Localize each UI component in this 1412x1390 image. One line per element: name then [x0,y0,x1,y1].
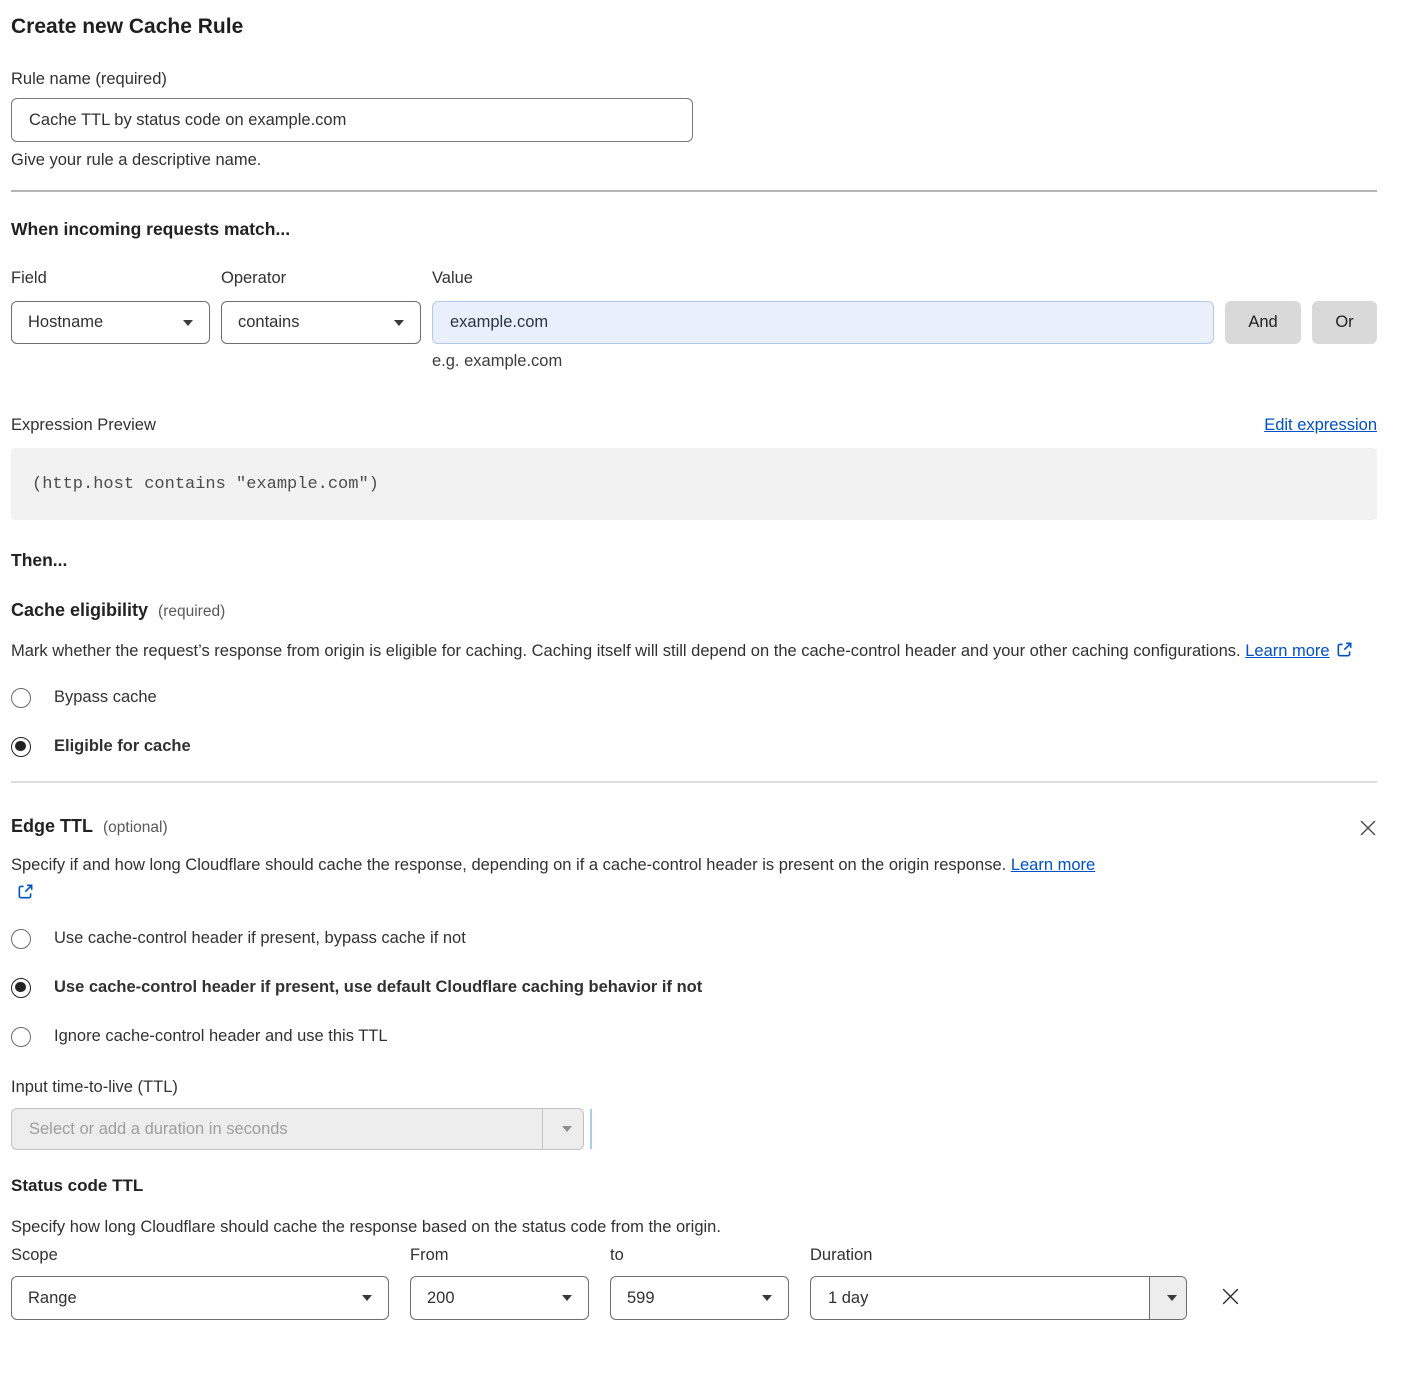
expression-preview-row: Expression Preview Edit expression [11,415,1377,436]
external-link-icon [1336,641,1353,658]
chevron-down-icon [562,1295,572,1301]
page-title: Create new Cache Rule [11,14,1377,39]
from-label: From [410,1245,589,1266]
chevron-down-icon [562,1126,572,1132]
dropdown-button[interactable] [542,1109,583,1149]
scope-select[interactable]: Range [11,1276,389,1320]
close-icon[interactable] [1359,819,1377,837]
radio-checked-icon[interactable] [11,978,31,998]
value-hint: e.g. example.com [432,352,1214,371]
rule-name-input[interactable] [11,98,693,142]
edge-ttl-heading: Edge TTL [11,815,93,838]
section-divider [11,190,1377,192]
chevron-down-icon [762,1295,772,1301]
expression-preview-label: Expression Preview [11,415,156,436]
status-code-ttl-heading: Status code TTL [11,1175,1377,1197]
duration-value: 1 day [811,1277,1149,1319]
and-button[interactable]: And [1225,301,1301,344]
status-code-ttl-row: Scope From to Duration Range 200 599 1 d… [11,1245,1377,1320]
radio-icon[interactable] [11,1027,31,1047]
value-input[interactable] [432,301,1214,344]
radio-option-label: Use cache-control header if present, byp… [54,928,466,949]
edge-ttl-heading-row: Edge TTL (optional) [11,815,1377,838]
expression-code-block: (http.host contains "example.com") [11,448,1377,520]
ttl-input-label: Input time-to-live (TTL) [11,1077,1377,1098]
scope-label: Scope [11,1245,389,1266]
radio-option-ignore-header[interactable]: Ignore cache-control header and use this… [11,1026,1377,1047]
required-tag: (required) [158,603,225,621]
dropdown-button[interactable] [1149,1277,1186,1319]
scope-select-value: Range [28,1289,77,1308]
edge-ttl-description-text: Specify if and how long Cloudflare shoul… [11,856,1006,874]
condition-row: Field Operator Value Hostname contains A… [11,268,1377,371]
to-select-value: 599 [627,1289,655,1308]
radio-option-label: Eligible for cache [54,736,191,757]
radio-checked-icon[interactable] [11,737,31,757]
status-code-ttl-description: Specify how long Cloudflare should cache… [11,1215,1377,1239]
rule-name-label: Rule name (required) [11,69,1377,90]
radio-option-eligible-for-cache[interactable]: Eligible for cache [11,736,1377,757]
edge-ttl-description: Specify if and how long Cloudflare shoul… [11,851,1116,907]
expression-code: (http.host contains "example.com") [32,475,379,494]
field-label: Field [11,268,210,289]
radio-option-label: Use cache-control header if present, use… [54,977,702,998]
radio-icon[interactable] [11,929,31,949]
rule-name-help: Give your rule a descriptive name. [11,150,1377,171]
or-button[interactable]: Or [1312,301,1377,344]
operator-label: Operator [221,268,421,289]
ttl-duration-select[interactable]: Select or add a duration in seconds [11,1108,584,1150]
edit-expression-link[interactable]: Edit expression [1264,416,1377,435]
radio-option-label: Ignore cache-control header and use this… [54,1026,388,1047]
from-select-value: 200 [427,1289,455,1308]
remove-row-icon[interactable] [1220,1286,1241,1307]
chevron-down-icon [1167,1295,1177,1301]
ttl-duration-placeholder: Select or add a duration in seconds [12,1109,542,1149]
radio-option-bypass-cache[interactable]: Bypass cache [11,687,1377,708]
to-select[interactable]: 599 [610,1276,789,1320]
focus-indicator-line [590,1109,592,1149]
radio-option-use-header-default[interactable]: Use cache-control header if present, use… [11,977,1377,998]
cache-eligibility-description: Mark whether the request’s response from… [11,637,1377,665]
chevron-down-icon [183,320,193,326]
then-heading: Then... [11,549,1377,571]
cache-eligibility-description-text: Mark whether the request’s response from… [11,642,1241,660]
duration-select[interactable]: 1 day [810,1276,1187,1320]
cache-eligibility-heading-row: Cache eligibility (required) [11,599,1377,622]
radio-option-label: Bypass cache [54,687,157,708]
create-cache-rule-form: Create new Cache Rule Rule name (require… [0,14,1412,1320]
optional-tag: (optional) [103,819,168,837]
from-select[interactable]: 200 [410,1276,589,1320]
to-label: to [610,1245,789,1266]
field-select-value: Hostname [28,313,103,332]
section-divider [11,781,1377,783]
chevron-down-icon [394,320,404,326]
duration-label: Duration [810,1245,1187,1266]
value-label: Value [432,268,1214,289]
radio-option-use-header-bypass[interactable]: Use cache-control header if present, byp… [11,928,1377,949]
cache-eligibility-heading: Cache eligibility [11,599,148,622]
chevron-down-icon [362,1295,372,1301]
operator-select[interactable]: contains [221,301,421,344]
match-heading: When incoming requests match... [11,218,1377,240]
ttl-combo-row: Select or add a duration in seconds [11,1108,1377,1150]
radio-icon[interactable] [11,688,31,708]
learn-more-link[interactable]: Learn more [1011,856,1095,874]
learn-more-link[interactable]: Learn more [1245,642,1329,660]
operator-select-value: contains [238,313,299,332]
field-select[interactable]: Hostname [11,301,210,344]
external-link-icon [17,883,34,900]
